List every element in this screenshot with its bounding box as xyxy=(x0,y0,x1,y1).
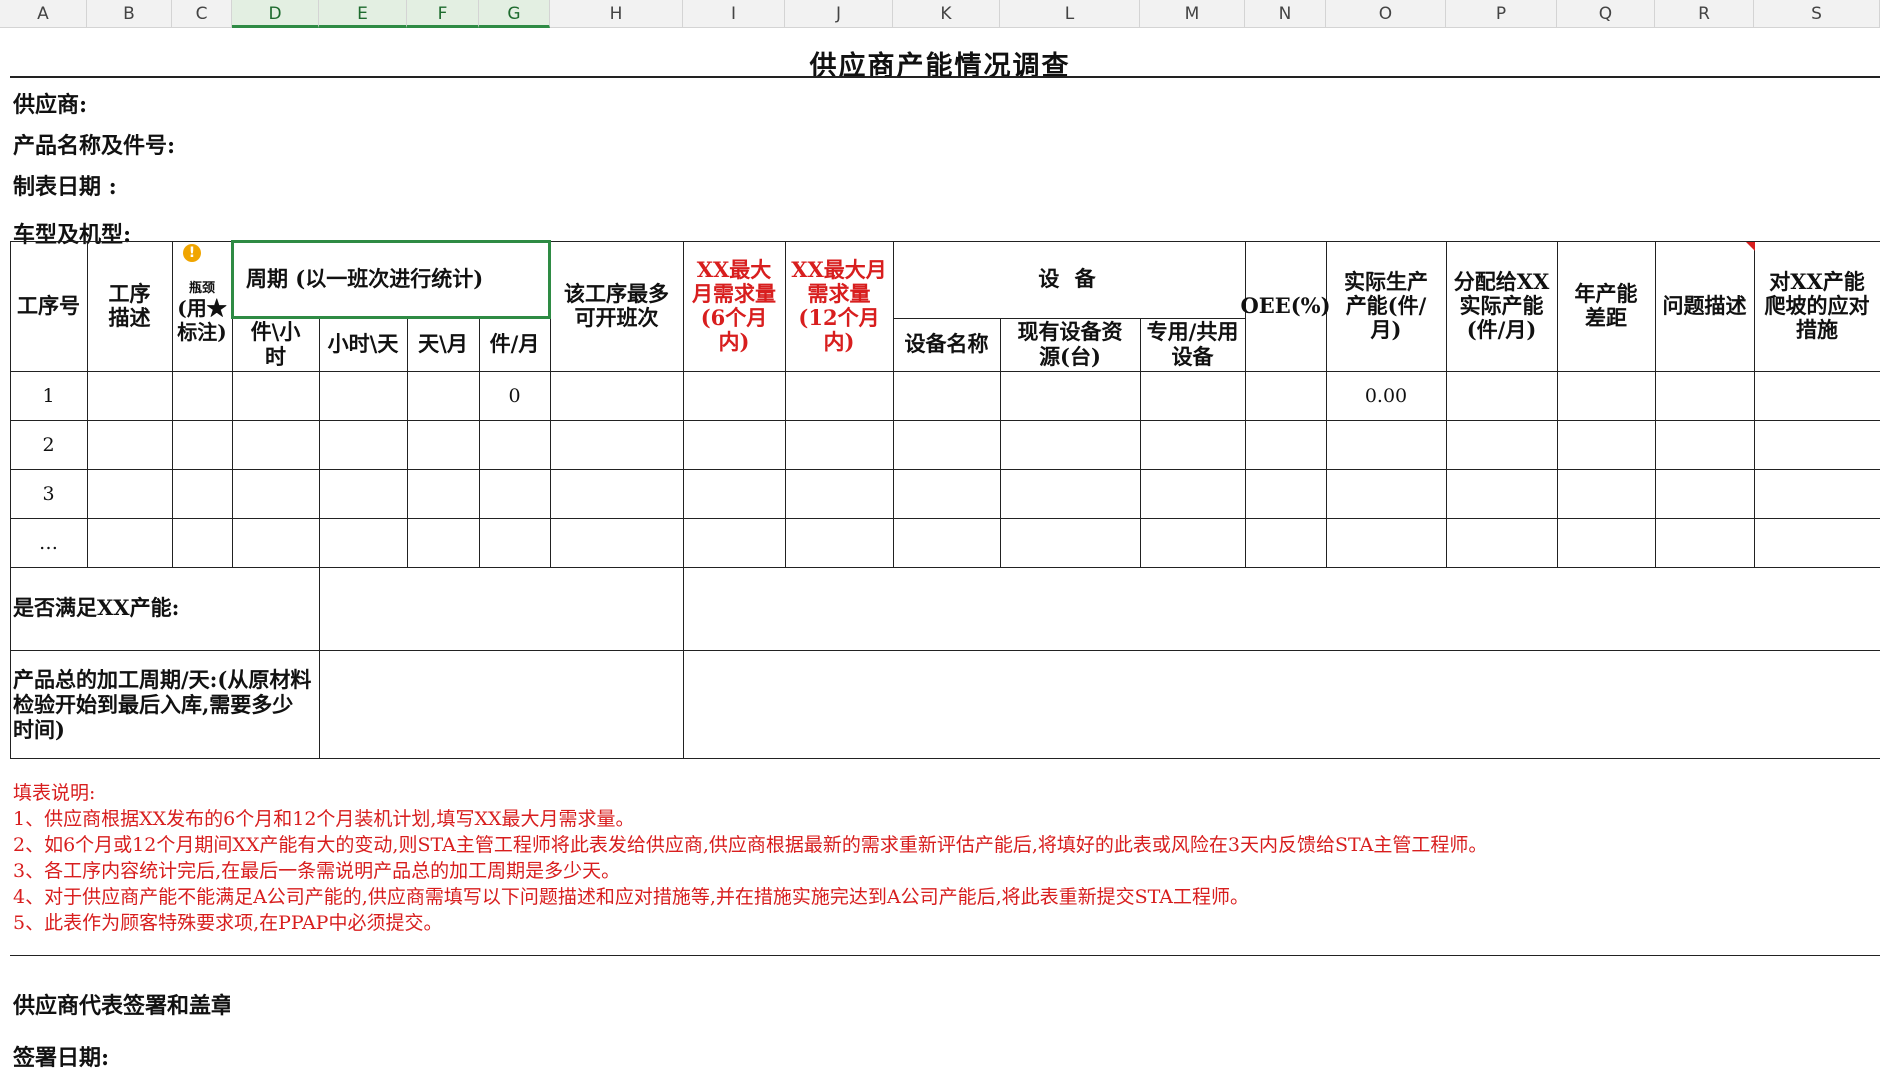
warning-icon[interactable]: ! xyxy=(183,244,201,262)
col-header-m[interactable]: M xyxy=(1140,0,1245,28)
note-item[interactable]: 2、如6个月或12个月期间XX产能有大的变动,则STA主管工程师将此表发给供应商… xyxy=(13,832,1487,858)
header-allocated-capacity[interactable]: 分配给XX实际产能(件/月) xyxy=(1446,241,1557,371)
fill-instructions: 填表说明: 1、供应商根据XX发布的6个月和12个月装机计划,填写XX最大月需求… xyxy=(13,780,1487,936)
col-header-e[interactable]: E xyxy=(319,0,407,28)
sign-date-label[interactable]: 签署日期: xyxy=(13,1040,109,1072)
col-header-h[interactable]: H xyxy=(550,0,683,28)
col-header-n[interactable]: N xyxy=(1245,0,1326,28)
header-pcs-hour[interactable]: 件\小时 xyxy=(232,318,319,371)
comment-indicator[interactable] xyxy=(1746,242,1755,251)
date-label[interactable]: 制表日期 : xyxy=(13,169,117,201)
note-item[interactable]: 1、供应商根据XX发布的6个月和12个月装机计划,填写XX最大月需求量。 xyxy=(13,806,1487,832)
row-number[interactable]: 1 xyxy=(10,371,87,420)
actual-capacity-value[interactable]: 0.00 xyxy=(1326,371,1446,420)
meets-capacity-label[interactable]: 是否满足XX产能: xyxy=(10,567,319,650)
key-mark-label: (用★标注) xyxy=(177,296,227,344)
signature-label[interactable]: 供应商代表签署和盖章 xyxy=(13,988,230,1020)
header-day-month[interactable]: 天\月 xyxy=(407,318,479,371)
product-label[interactable]: 产品名称及件号: xyxy=(13,128,175,160)
col-header-k[interactable]: K xyxy=(893,0,1000,28)
row-number[interactable]: 3 xyxy=(10,469,87,518)
header-equip-name[interactable]: 设备名称 xyxy=(893,318,1000,371)
key-mark-top-label: 瓶颈 xyxy=(188,281,215,296)
col-header-o[interactable]: O xyxy=(1326,0,1446,28)
col-header-p[interactable]: P xyxy=(1446,0,1557,28)
header-equip-shared[interactable]: 专用/共用设备 xyxy=(1140,318,1245,371)
col-header-f[interactable]: F xyxy=(407,0,479,28)
col-header-a[interactable]: A xyxy=(0,0,87,28)
header-equip-count[interactable]: 现有设备资源(台) xyxy=(1000,318,1140,371)
supplier-label[interactable]: 供应商: xyxy=(13,87,87,119)
notes-heading[interactable]: 填表说明: xyxy=(13,780,1487,806)
header-pcs-month[interactable]: 件/月 xyxy=(479,318,550,371)
header-max-shifts[interactable]: 该工序最多可开班次 xyxy=(550,241,683,371)
total-cycle-label[interactable]: 产品总的加工周期/天:(从原材料检验开始到最后入库,需要多少时间) xyxy=(10,650,319,758)
row-number[interactable]: 2 xyxy=(10,420,87,469)
col-header-g[interactable]: G xyxy=(479,0,550,28)
col-header-i[interactable]: I xyxy=(683,0,785,28)
pcs-month-value[interactable]: 0 xyxy=(479,371,550,420)
col-header-l[interactable]: L xyxy=(1000,0,1140,28)
header-oee[interactable]: OEE(%) xyxy=(1240,241,1330,371)
title-underline xyxy=(10,76,1880,78)
header-actual-capacity[interactable]: 实际生产产能(件/月) xyxy=(1326,241,1446,371)
row-number[interactable]: … xyxy=(10,518,87,567)
cell-selection[interactable] xyxy=(231,240,551,319)
note-item[interactable]: 3、各工序内容统计完后,在最后一条需说明产品总的加工周期是多少天。 xyxy=(13,858,1487,884)
header-max-demand-6[interactable]: XX最大月需求量(6个月内) xyxy=(683,241,785,371)
spreadsheet: A B C D E F G H I J K L M N O P Q R S 供应… xyxy=(0,0,1880,1080)
col-header-s[interactable]: S xyxy=(1754,0,1880,28)
col-header-c[interactable]: C xyxy=(172,0,232,28)
header-issue-desc[interactable]: 问题描述 xyxy=(1655,241,1754,371)
header-ramp-measures[interactable]: 对XX产能爬坡的应对措施 xyxy=(1754,241,1880,371)
header-annual-gap[interactable]: 年产能差距 xyxy=(1557,241,1655,371)
header-max-demand-12[interactable]: XX最大月需求量(12个月内) xyxy=(785,241,893,371)
header-process-no[interactable]: 工序号 xyxy=(10,241,87,371)
col-header-r[interactable]: R xyxy=(1655,0,1754,28)
header-key-mark[interactable]: 瓶颈 (用★标注) xyxy=(172,241,232,371)
col-header-q[interactable]: Q xyxy=(1557,0,1655,28)
col-header-b[interactable]: B xyxy=(87,0,172,28)
header-hour-day[interactable]: 小时\天 xyxy=(319,318,407,371)
header-process-desc[interactable]: 工序描述 xyxy=(87,241,172,371)
note-item[interactable]: 5、此表作为顾客特殊要求项,在PPAP中必须提交。 xyxy=(13,910,1487,936)
col-header-d[interactable]: D xyxy=(232,0,319,28)
header-equipment[interactable]: 设 备 xyxy=(893,241,1245,318)
col-header-j[interactable]: J xyxy=(785,0,893,28)
note-item[interactable]: 4、对于供应商产能不能满足A公司产能的,供应商需填写以下问题描述和应对措施等,并… xyxy=(13,884,1487,910)
